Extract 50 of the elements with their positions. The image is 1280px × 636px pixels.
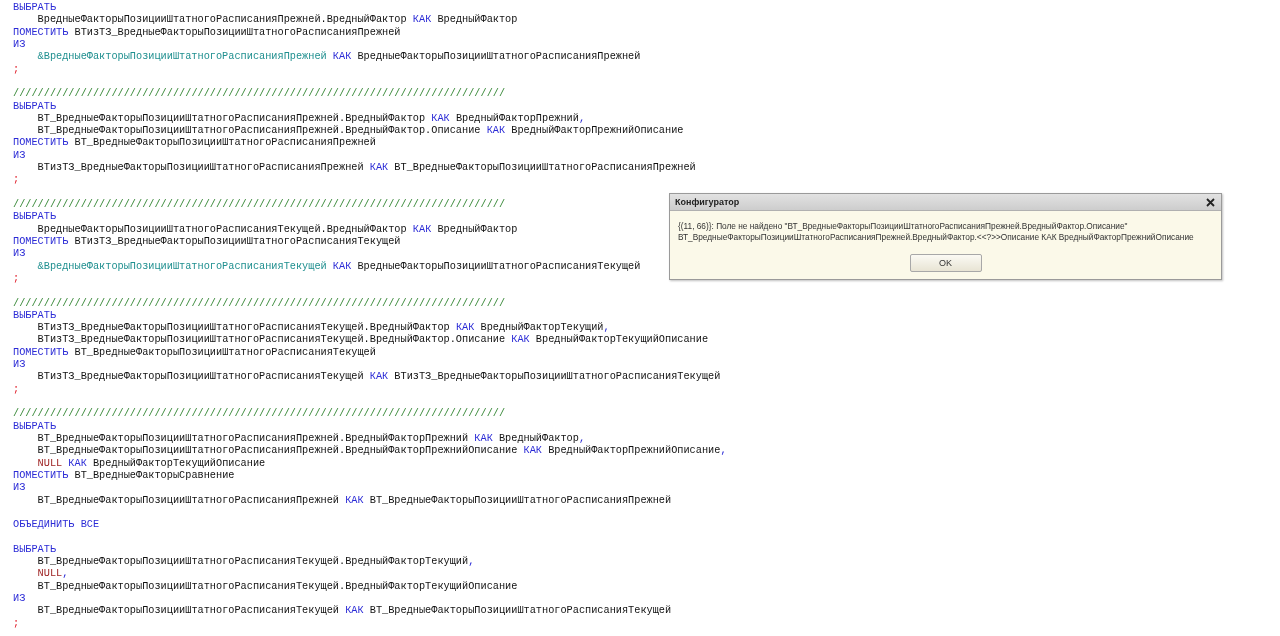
- code-line: ВТ_ВредныеФакторыПозицииШтатногоРасписанияТекущей.ВредныйФакторТекущий,: [36, 555, 475, 568]
- code-line: ВредныеФакторыПозицииШтатногоРасписанияТекущей.ВредныйФактор КАК ВредныйФактор: [36, 222, 518, 235]
- code-line: ВТ_ВредныеФакторыПозицииШтатногоРасписанияТекущей.ВредныйФакторТекущийОписание: [36, 579, 518, 592]
- code-line: ////////////////////////////////////////////////////////////////////////////////: [13, 296, 506, 309]
- code-line: ////////////////////////////////////////////////////////////////////////////////: [13, 87, 506, 100]
- code-line: ВЫБРАТЬ: [13, 542, 57, 556]
- error-message: ВТ_ВредныеФакторыПозицииШтатногоРасписанияПрежней.ВредныйФактор.<<?>>Описание КАК ВредныйФакторПрежнийОписание: [678, 232, 1195, 243]
- code-line: ВТизТЗ_ВредныеФакторыПозицииШтатногоРасписанияТекущей.ВредныйФактор.Описание КАК ВредныйФакторТекущийОписание: [36, 333, 709, 346]
- code-line: ПОМЕСТИТЬ ВТ_ВредныеФакторыПозицииШтатногоРасписанияТекущей: [13, 345, 376, 359]
- code-line: ВТ_ВредныеФакторыПозицииШтатногоРасписанияПрежней.ВредныйФактор КАК ВредныйФакторПрежний,: [36, 111, 586, 125]
- code-line: NULL КАК ВредныйФакторТекущийОписание: [36, 456, 266, 469]
- code-line: ИЗ: [13, 247, 26, 260]
- code-line: ВТизТЗ_ВредныеФакторыПозицииШтатногоРасписанияТекущей КАК ВТизТЗ_ВредныеФакторыПозицииШтатногоРасписанияТекущей: [36, 370, 721, 383]
- code-line: ВТ_ВредныеФакторыПозицииШтатногоРасписанияПрежней КАК ВТ_ВредныеФакторыПозицииШтатногоРасписанияПрежней: [36, 493, 672, 506]
- code-line: &ВредныеФакторыПозицииШтатногоРасписанияПрежней КАК ВредныеФакторыПозицииШтатногоРасписанияПрежней: [36, 50, 641, 63]
- code-line: ИЗ: [13, 481, 26, 494]
- close-icon[interactable]: [1206, 197, 1215, 207]
- code-line: ПОМЕСТИТЬ ВТизТЗ_ВредныеФакторыПозицииШтатногоРасписанияТекущей: [13, 234, 401, 248]
- code-line: ;: [13, 173, 20, 186]
- dialog-title: Конфигуратор: [675, 197, 740, 207]
- code-line: ВЫБРАТЬ: [13, 99, 57, 112]
- code-line: ;: [13, 616, 20, 629]
- code-line: ПОМЕСТИТЬ ВТ_ВредныеФакторыПозицииШтатногоРасписанияПрежней: [13, 136, 376, 149]
- code-line: ;: [13, 62, 20, 75]
- code-line: ////////////////////////////////////////////////////////////////////////////////: [13, 407, 506, 420]
- code-line: ВТ_ВредныеФакторыПозицииШтатногоРасписанияПрежней.ВредныйФакторПрежний КАК ВредныйФактор,: [36, 431, 586, 445]
- code-line: NULL,: [36, 567, 69, 580]
- code-line: ВТ_ВредныеФакторыПозицииШтатногоРасписанияПрежней.ВредныйФактор.Описание КАК ВредныйФакторПрежнийОписание: [36, 124, 684, 137]
- code-line: ВТ_ВредныеФакторыПозицииШтатногоРасписанияТекущей КАК ВТ_ВредныеФакторыПозицииШтатногоРасписанияТекущей: [36, 604, 672, 617]
- code-line: &ВредныеФакторыПозицииШтатногоРасписанияТекущей КАК ВредныеФакторыПозицииШтатногоРасписанияТекущей: [36, 259, 641, 272]
- code-line: ОБЪЕДИНИТЬ ВСЕ: [13, 518, 100, 531]
- code-line: ИЗ: [13, 148, 26, 162]
- code-line: ВТизТЗ_ВредныеФакторыПозицииШтатногоРасписанияПрежней КАК ВТ_ВредныеФакторыПозицииШтатногоРасписанияПрежней: [36, 161, 696, 174]
- code-line: ВЫБРАТЬ: [13, 419, 57, 432]
- ok-button[interactable]: OK: [909, 254, 982, 272]
- code-line: ИЗ: [13, 37, 26, 51]
- code-line: ;: [13, 382, 20, 395]
- code-line: ВредныеФакторыПозицииШтатногоРасписанияПрежней.ВредныйФактор КАК ВредныйФактор: [36, 13, 518, 26]
- code-line: ВЫБРАТЬ: [13, 210, 57, 223]
- code-line: ПОМЕСТИТЬ ВТизТЗ_ВредныеФакторыПозицииШтатногоРасписанияПрежней: [13, 25, 401, 38]
- code-line: ВТ_ВредныеФакторыПозицииШтатногоРасписанияПрежней.ВредныйФакторПрежнийОписание КАК ВредныйФакторПрежнийОписание,: [36, 444, 727, 457]
- code-line: ;: [13, 271, 20, 285]
- code-line: ПОМЕСТИТЬ ВТ_ВредныеФакторыСравнение: [13, 468, 235, 482]
- code-line: ИЗ: [13, 358, 26, 371]
- code-line: ВЫБРАТЬ: [13, 1, 57, 14]
- code-line: ВЫБРАТЬ: [13, 308, 57, 322]
- error-message: {(11, 66)}: Поле не найдено "ВТ_ВредныеФакторыПозицииШтатногоРасписанияПрежней.ВредныйФактор.Описание": [678, 221, 1129, 232]
- code-line: ВТизТЗ_ВредныеФакторыПозицииШтатногоРасписанияТекущей.ВредныйФактор КАК ВредныйФакторТекущий,: [36, 321, 610, 334]
- code-line: ////////////////////////////////////////////////////////////////////////////////: [13, 198, 506, 211]
- code-line: ИЗ: [13, 592, 26, 605]
